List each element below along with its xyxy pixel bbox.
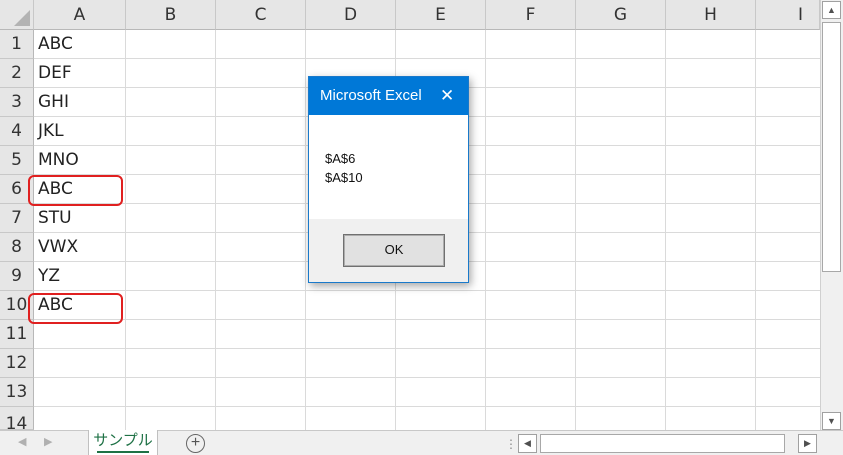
- cell-a9[interactable]: YZ: [38, 262, 60, 291]
- grid-line: [125, 30, 126, 430]
- row-header-5[interactable]: 5: [0, 146, 34, 175]
- row-header-4[interactable]: 4: [0, 117, 34, 146]
- dialog-body: $A$6 $A$10: [309, 115, 468, 219]
- tab-splitter-icon[interactable]: ⋮: [505, 437, 517, 451]
- column-header-f[interactable]: F: [486, 0, 576, 30]
- cell-a3[interactable]: GHI: [38, 88, 69, 117]
- column-header-c[interactable]: C: [216, 0, 306, 30]
- row-header-11[interactable]: 11: [0, 320, 34, 349]
- row-header-13[interactable]: 13: [0, 378, 34, 407]
- grid-line: [34, 406, 820, 407]
- scroll-down-icon[interactable]: ▼: [822, 412, 841, 430]
- grid-line: [34, 319, 820, 320]
- row-header-2[interactable]: 2: [0, 59, 34, 88]
- sheet-next-icon[interactable]: ▶: [44, 435, 52, 448]
- vertical-scrollbar[interactable]: ▲ ▼: [820, 0, 843, 432]
- sheet-tab-sample[interactable]: サンプル: [88, 430, 158, 455]
- grid-line: [34, 348, 820, 349]
- grid-line: [665, 30, 666, 430]
- scroll-right-icon[interactable]: ▶: [798, 434, 817, 453]
- grid-line: [305, 30, 306, 430]
- dialog-footer: OK: [309, 219, 468, 282]
- row-header-7[interactable]: 7: [0, 204, 34, 233]
- column-header-h[interactable]: H: [666, 0, 756, 30]
- highlight-box-a10: [28, 293, 123, 324]
- select-all-corner[interactable]: [0, 0, 34, 30]
- horizontal-scrollbar[interactable]: ◀ ▶: [518, 434, 820, 453]
- dialog-title: Microsoft Excel: [320, 87, 422, 104]
- cell-a5[interactable]: MNO: [38, 146, 79, 175]
- grid-line: [575, 30, 576, 430]
- dialog-message-line-2: $A$10: [325, 170, 363, 185]
- grid-line: [755, 30, 756, 430]
- add-sheet-icon[interactable]: +: [186, 434, 205, 453]
- column-header-e[interactable]: E: [396, 0, 486, 30]
- column-header-b[interactable]: B: [126, 0, 216, 30]
- message-box-dialog: Microsoft Excel ✕ $A$6 $A$10 OK: [308, 76, 469, 283]
- column-header-a[interactable]: A: [34, 0, 126, 30]
- grid-line: [215, 30, 216, 430]
- sheet-tab-label: サンプル: [93, 432, 153, 449]
- column-header-i[interactable]: I: [756, 0, 820, 30]
- cell-a2[interactable]: DEF: [38, 59, 72, 88]
- cell-a4[interactable]: JKL: [38, 117, 64, 146]
- sheet-tab-bar: ◀ ▶ サンプル + ⋮ ◀ ▶: [0, 430, 843, 455]
- row-header-14[interactable]: 14: [0, 407, 34, 430]
- cell-a1[interactable]: ABC: [38, 30, 73, 59]
- dialog-titlebar[interactable]: Microsoft Excel ✕: [309, 77, 468, 115]
- cell-a8[interactable]: VWX: [38, 233, 78, 262]
- sheet-prev-icon[interactable]: ◀: [18, 435, 26, 448]
- select-all-triangle-icon: [14, 10, 30, 26]
- vertical-scroll-thumb[interactable]: [822, 22, 841, 272]
- grid-line: [34, 290, 820, 291]
- ok-button[interactable]: OK: [343, 234, 445, 267]
- row-header-3[interactable]: 3: [0, 88, 34, 117]
- highlight-box-a6: [28, 175, 123, 206]
- close-icon[interactable]: ✕: [440, 86, 454, 106]
- row-header-12[interactable]: 12: [0, 349, 34, 378]
- cell-a7[interactable]: STU: [38, 204, 72, 233]
- scroll-up-icon[interactable]: ▲: [822, 1, 841, 19]
- scroll-left-icon[interactable]: ◀: [518, 434, 537, 453]
- active-tab-underline: [97, 451, 149, 453]
- column-header-d[interactable]: D: [306, 0, 396, 30]
- column-header-g[interactable]: G: [576, 0, 666, 30]
- grid-line: [485, 30, 486, 430]
- row-header-1[interactable]: 1: [0, 30, 34, 59]
- row-header-9[interactable]: 9: [0, 262, 34, 291]
- grid-line: [34, 58, 820, 59]
- horizontal-scroll-thumb[interactable]: [540, 434, 785, 453]
- row-header-8[interactable]: 8: [0, 233, 34, 262]
- dialog-message-line-1: $A$6: [325, 151, 356, 166]
- grid-line: [34, 377, 820, 378]
